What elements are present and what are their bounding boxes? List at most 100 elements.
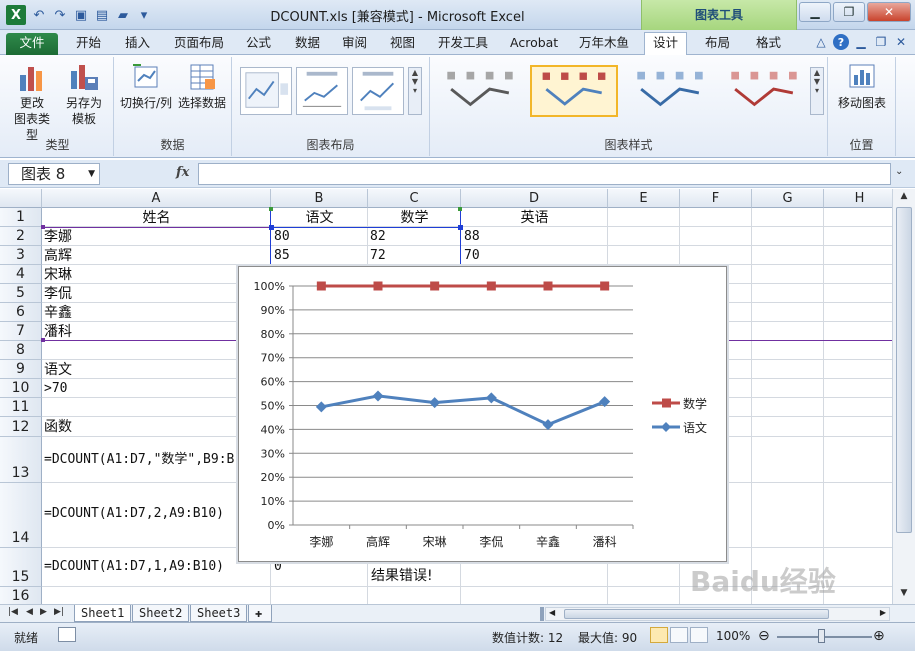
cell-d3[interactable]: 70: [464, 247, 480, 265]
cell-a15[interactable]: =DCOUNT(A1:D7,1,A9:B10): [44, 558, 224, 576]
row-header[interactable]: 9: [0, 360, 42, 379]
tab-layout[interactable]: 布局: [697, 33, 738, 55]
col-header-f[interactable]: F: [680, 189, 752, 208]
col-header-h[interactable]: H: [824, 189, 892, 208]
chart-layout-3-icon[interactable]: [352, 67, 404, 115]
cell-a14[interactable]: =DCOUNT(A1:D7,2,A9:B10): [44, 505, 224, 523]
cell-a3[interactable]: 高辉: [44, 247, 72, 265]
workbook-close-icon[interactable]: ✕: [893, 34, 909, 50]
chevron-down-icon[interactable]: ▼: [88, 164, 95, 184]
help-icon[interactable]: ?: [833, 34, 849, 50]
chart-layout-2-icon[interactable]: [296, 67, 348, 115]
cell-a2[interactable]: 李娜: [44, 228, 72, 246]
layout-gallery-scroll[interactable]: ▲ ▼ ▾: [408, 67, 422, 115]
chart-style-2-icon[interactable]: [530, 65, 618, 117]
row-header[interactable]: 11: [0, 398, 42, 417]
row-header[interactable]: 16: [0, 587, 42, 604]
minimize-ribbon-icon[interactable]: △: [813, 34, 829, 50]
cell-d2[interactable]: 88: [464, 228, 480, 246]
expand-formula-bar-icon[interactable]: ⌄: [895, 166, 909, 182]
zoom-slider-knob[interactable]: [818, 629, 825, 643]
scroll-right-icon[interactable]: ▶: [880, 608, 886, 617]
zoom-in-icon[interactable]: ⊕: [873, 628, 885, 644]
sheet-tab-sheet2[interactable]: Sheet2: [132, 605, 190, 622]
cell-b1[interactable]: 语文: [271, 209, 368, 227]
tab-insert[interactable]: 插入: [117, 33, 158, 55]
row-header[interactable]: 4: [0, 265, 42, 284]
tab-split-handle[interactable]: [540, 607, 544, 621]
chart-style-1-icon[interactable]: [436, 65, 524, 117]
save-as-template-button[interactable]: 另存为 模板: [62, 61, 106, 127]
cell-d1[interactable]: 英语: [461, 209, 608, 227]
tab-design[interactable]: 设计: [644, 32, 688, 56]
scroll-left-icon[interactable]: ◀: [549, 608, 555, 617]
row-header[interactable]: 14: [0, 483, 42, 548]
horizontal-scrollbar[interactable]: ◀ ▶: [545, 607, 890, 621]
cell-c3[interactable]: 72: [370, 247, 386, 265]
col-header-e[interactable]: E: [608, 189, 680, 208]
cell-a12[interactable]: 函数: [44, 418, 72, 436]
prev-sheet-icon[interactable]: ◀: [26, 607, 33, 617]
row-header[interactable]: 5: [0, 284, 42, 303]
workbook-restore-icon[interactable]: ❐: [873, 34, 889, 50]
cell-a10[interactable]: >70: [44, 380, 67, 398]
macro-record-icon[interactable]: [58, 627, 76, 642]
tab-data[interactable]: 数据: [287, 33, 328, 55]
row-header[interactable]: 15: [0, 548, 42, 587]
row-header[interactable]: 10: [0, 379, 42, 398]
sheet-tab-sheet3[interactable]: Sheet3: [190, 605, 248, 622]
workbook-minimize-icon[interactable]: ▁: [853, 34, 869, 50]
tab-developer[interactable]: 开发工具: [430, 33, 496, 55]
cell-a4[interactable]: 宋琳: [44, 266, 72, 284]
select-all-corner[interactable]: [0, 189, 42, 208]
tab-home[interactable]: 开始: [68, 33, 109, 55]
insert-function-icon[interactable]: fx: [176, 165, 189, 180]
tab-wannian-muyu[interactable]: 万年木鱼: [571, 33, 637, 55]
restore-button[interactable]: ❐: [833, 2, 865, 22]
tab-view[interactable]: 视图: [382, 33, 423, 55]
tab-page-layout[interactable]: 页面布局: [166, 33, 232, 55]
cell-b2[interactable]: 80: [274, 228, 290, 246]
formula-input[interactable]: [198, 163, 891, 185]
row-header[interactable]: 7: [0, 322, 42, 341]
next-sheet-icon[interactable]: ▶: [40, 607, 47, 617]
chart-style-4-icon[interactable]: [720, 65, 808, 117]
col-header-g[interactable]: G: [752, 189, 824, 208]
row-header[interactable]: 13: [0, 437, 42, 483]
tab-file[interactable]: 文件: [6, 33, 58, 55]
cell-a6[interactable]: 辛鑫: [44, 304, 72, 322]
row-header[interactable]: 3: [0, 246, 42, 265]
row-header[interactable]: 8: [0, 341, 42, 360]
col-header-d[interactable]: D: [461, 189, 608, 208]
chart-layout-1-icon[interactable]: [240, 67, 292, 115]
cell-c1[interactable]: 数学: [368, 209, 461, 227]
line-chart[interactable]: 0% 10% 20% 30% 40% 50% 60% 70% 80% 90% 100% 李娜 高辉 宋琳…: [238, 266, 727, 562]
change-chart-type-button[interactable]: 更改 图表类型: [10, 61, 54, 143]
switch-row-column-button[interactable]: 切换行/列: [118, 61, 174, 111]
first-sheet-icon[interactable]: |◀: [8, 607, 18, 617]
cell-a9[interactable]: 语文: [44, 361, 72, 379]
tab-review[interactable]: 审阅: [334, 33, 375, 55]
scroll-down-icon[interactable]: ▼: [896, 588, 912, 602]
tab-formulas[interactable]: 公式: [238, 33, 279, 55]
sheet-tab-sheet1[interactable]: Sheet1: [74, 605, 132, 622]
cell-a5[interactable]: 李侃: [44, 285, 72, 303]
page-break-view-icon[interactable]: [690, 627, 708, 643]
normal-view-icon[interactable]: [650, 627, 668, 643]
cell-a1[interactable]: 姓名: [42, 209, 271, 227]
close-button[interactable]: ✕: [867, 2, 911, 22]
row-header[interactable]: 6: [0, 303, 42, 322]
horizontal-scroll-thumb[interactable]: [564, 609, 829, 619]
page-layout-view-icon[interactable]: [670, 627, 688, 643]
minimize-button[interactable]: ▁: [799, 2, 831, 22]
vertical-scroll-thumb[interactable]: [896, 207, 912, 533]
tab-acrobat[interactable]: Acrobat: [502, 33, 566, 55]
chart-style-3-icon[interactable]: [626, 65, 714, 117]
select-data-button[interactable]: 选择数据: [176, 61, 228, 111]
name-box[interactable]: 图表 8 ▼: [8, 163, 100, 185]
insert-sheet-icon[interactable]: ✚: [248, 605, 272, 622]
last-sheet-icon[interactable]: ▶|: [54, 607, 64, 617]
row-header[interactable]: 2: [0, 227, 42, 246]
vertical-scrollbar[interactable]: ▲ ▼: [892, 189, 915, 604]
col-header-b[interactable]: B: [271, 189, 368, 208]
